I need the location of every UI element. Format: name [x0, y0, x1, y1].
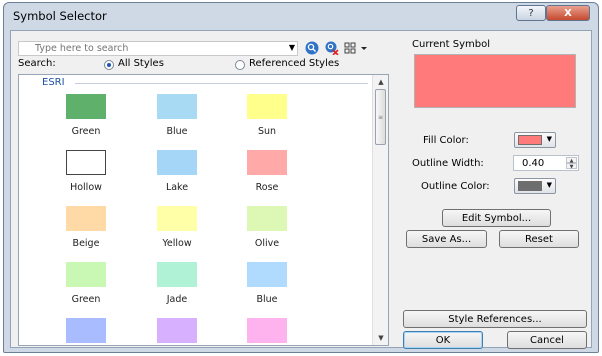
- dialog-client-area: ▼ Search:: [10, 30, 592, 349]
- symbol-item[interactable]: Rose: [231, 150, 303, 193]
- outline-color-swatch: [518, 181, 542, 191]
- outline-width-label: Outline Width:: [412, 158, 484, 169]
- symbol-name: Lake: [165, 182, 189, 193]
- symbol-item[interactable]: Sun: [231, 94, 303, 137]
- search-label: Search:: [18, 58, 56, 69]
- symbol-name: Sun: [257, 126, 277, 137]
- symbol-swatch: [247, 262, 287, 287]
- save-as-button[interactable]: Save As...: [406, 230, 487, 248]
- outline-width-input[interactable]: [514, 156, 562, 170]
- symbol-swatch: [66, 262, 106, 287]
- scroll-up-arrow-icon[interactable]: ▲: [373, 75, 388, 89]
- symbol-swatch: [247, 318, 287, 343]
- fill-color-swatch: [518, 135, 542, 145]
- symbol-swatch: [66, 206, 106, 231]
- current-symbol-preview: [414, 54, 576, 108]
- symbol-item[interactable]: Green: [50, 94, 122, 137]
- view-options-icon: [344, 42, 367, 54]
- symbol-item[interactable]: Jade: [141, 262, 213, 305]
- outline-color-button[interactable]: ▼: [514, 178, 556, 194]
- symbol-swatch: [66, 318, 106, 343]
- symbol-name: Olive: [254, 238, 280, 249]
- outline-width-spinner[interactable]: ▲ ▼: [513, 155, 579, 171]
- view-options-button[interactable]: [344, 40, 370, 56]
- symbol-swatch: [157, 206, 197, 231]
- symbol-item[interactable]: Beige: [50, 206, 122, 249]
- symbol-item[interactable]: Blue: [231, 262, 303, 305]
- category-divider: [75, 83, 368, 84]
- all-styles-label[interactable]: All Styles: [118, 58, 164, 69]
- symbol-name: Jade: [166, 294, 188, 305]
- symbol-item[interactable]: Olive: [231, 206, 303, 249]
- symbol-item[interactable]: [141, 318, 213, 345]
- search-combo[interactable]: ▼: [18, 41, 298, 56]
- current-symbol-heading: Current Symbol: [412, 39, 490, 50]
- clear-search-icon: [325, 41, 339, 55]
- symbol-swatch: [157, 94, 197, 119]
- symbol-name: Green: [71, 126, 101, 137]
- symbol-item[interactable]: Hollow: [50, 150, 122, 193]
- symbol-name: Rose: [255, 182, 279, 193]
- spinner-buttons[interactable]: ▲ ▼: [566, 157, 577, 170]
- symbol-swatch: [157, 318, 197, 343]
- symbol-item[interactable]: Green: [50, 262, 122, 305]
- gallery-scrollbar[interactable]: ▲ ≡ ▼: [372, 75, 388, 345]
- edit-symbol-button[interactable]: Edit Symbol...: [442, 209, 551, 227]
- grip-icon: ≡: [378, 114, 384, 121]
- clear-search-button[interactable]: [324, 40, 340, 56]
- chevron-down-icon[interactable]: ▼: [289, 43, 295, 52]
- outline-color-label: Outline Color:: [421, 181, 490, 192]
- symbol-swatch: [66, 150, 106, 175]
- spin-down-icon[interactable]: ▼: [566, 163, 577, 170]
- symbol-swatch: [157, 262, 197, 287]
- scroll-down-arrow-icon[interactable]: ▼: [373, 331, 388, 345]
- referenced-styles-radio[interactable]: [235, 60, 245, 70]
- style-references-button[interactable]: Style References...: [403, 310, 587, 328]
- symbol-swatch: [247, 150, 287, 175]
- cancel-button[interactable]: Cancel: [507, 331, 587, 349]
- fill-color-label: Fill Color:: [423, 135, 469, 146]
- symbol-name: Blue: [166, 126, 188, 137]
- search-icon: [305, 41, 319, 55]
- symbol-swatch: [157, 150, 197, 175]
- scroll-thumb[interactable]: ≡: [375, 89, 386, 145]
- search-input[interactable]: [19, 42, 275, 55]
- symbol-swatch: [247, 94, 287, 119]
- fill-color-button[interactable]: ▼: [514, 132, 556, 148]
- symbol-name: Beige: [72, 238, 100, 249]
- category-label: ESRI: [42, 77, 65, 88]
- search-button[interactable]: [304, 40, 320, 56]
- title-bar[interactable]: Symbol Selector ? X: [4, 3, 598, 33]
- chevron-down-icon: ▼: [546, 135, 552, 143]
- window-title: Symbol Selector: [13, 9, 107, 23]
- symbol-gallery[interactable]: ESRI ▲ ≡ ▼ Green Blue Sun Hollow Lake Rose Bei…: [18, 74, 389, 346]
- symbol-item[interactable]: Blue: [141, 94, 213, 137]
- symbol-name: Blue: [256, 294, 278, 305]
- symbol-item[interactable]: Lake: [141, 150, 213, 193]
- symbol-item[interactable]: Yellow: [141, 206, 213, 249]
- symbol-swatch: [247, 206, 287, 231]
- ok-button[interactable]: OK: [403, 331, 483, 349]
- symbol-name: Green: [71, 294, 101, 305]
- symbol-item[interactable]: [231, 318, 303, 345]
- referenced-styles-label[interactable]: Referenced Styles: [249, 58, 339, 69]
- symbol-name: Hollow: [70, 182, 102, 193]
- chevron-down-icon: ▼: [546, 181, 552, 189]
- symbol-item[interactable]: [50, 318, 122, 345]
- reset-button[interactable]: Reset: [499, 230, 579, 248]
- symbol-selector-dialog: Symbol Selector ? X ▼: [3, 2, 599, 353]
- close-button[interactable]: X: [546, 5, 590, 21]
- help-button[interactable]: ?: [516, 5, 546, 21]
- all-styles-radio[interactable]: [104, 60, 114, 70]
- symbol-name: Yellow: [162, 238, 192, 249]
- symbol-swatch: [66, 94, 106, 119]
